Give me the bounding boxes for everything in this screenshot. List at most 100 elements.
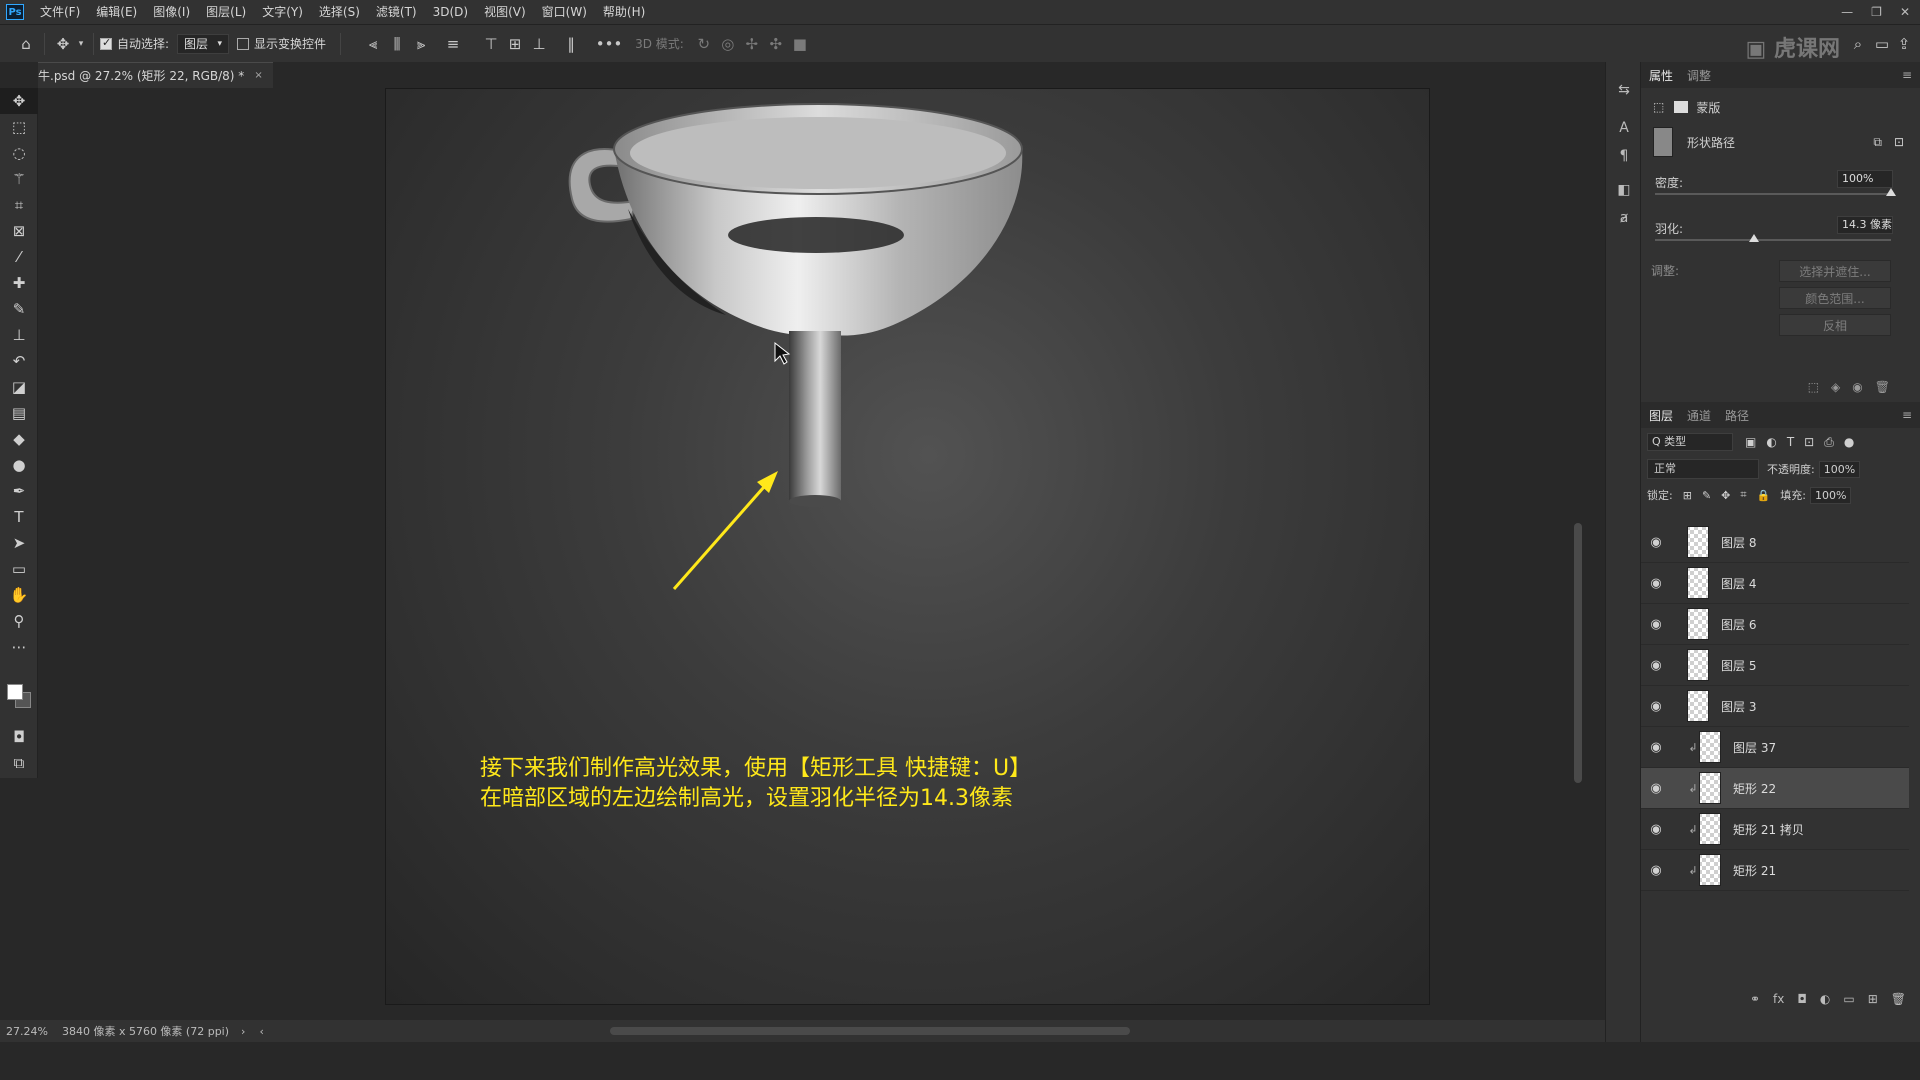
magic-wand-tool-icon[interactable]: ⚚ bbox=[0, 166, 38, 192]
gradient-tool-icon[interactable]: ▤ bbox=[0, 400, 38, 426]
layer-filter-dropdown[interactable]: Q 类型 bbox=[1647, 433, 1733, 451]
align-bottom-icon[interactable]: ⊥ bbox=[527, 32, 551, 56]
new-layer-icon[interactable]: ⊞ bbox=[1868, 992, 1878, 1006]
paragraph-panel-icon[interactable]: ¶ bbox=[1606, 142, 1642, 170]
opacity-field[interactable]: 100% bbox=[1818, 460, 1861, 478]
document-tab[interactable]: 牛.psd @ 27.2% (矩形 22, RGB/8) * × bbox=[38, 62, 273, 88]
align-center-icon[interactable]: ⫼ bbox=[385, 32, 409, 56]
path-selection-tool-icon[interactable]: ➤ bbox=[0, 530, 38, 556]
chevron-right-icon[interactable]: › bbox=[241, 1025, 245, 1038]
align-right-icon[interactable]: ⫸ bbox=[409, 32, 433, 56]
menu-item[interactable]: 滤镜(T) bbox=[368, 0, 425, 24]
visibility-eye-icon[interactable]: ◉ bbox=[1641, 699, 1671, 714]
align-middle-icon[interactable]: ⊞ bbox=[503, 32, 527, 56]
density-field[interactable]: 100% bbox=[1837, 170, 1893, 188]
history-brush-tool-icon[interactable]: ↶ bbox=[0, 348, 38, 374]
select-and-mask-button[interactable]: 选择并遮住... bbox=[1779, 260, 1891, 282]
filter-shape-icon[interactable]: ⊡ bbox=[1804, 435, 1814, 449]
apply-mask-icon[interactable]: ⊡ bbox=[1894, 135, 1904, 149]
feather-slider-knob[interactable] bbox=[1749, 234, 1760, 242]
tab-properties[interactable]: 属性 bbox=[1649, 67, 1673, 84]
auto-select-checkbox[interactable] bbox=[100, 36, 112, 50]
visibility-eye-icon[interactable]: ◉ bbox=[1641, 863, 1671, 878]
menu-item[interactable]: 文件(F) bbox=[32, 0, 88, 24]
distribute-icon[interactable]: ≡ bbox=[441, 32, 465, 56]
quick-mask-icon[interactable]: ◘ bbox=[0, 724, 38, 750]
pen-tool-icon[interactable]: ✒ bbox=[0, 478, 38, 504]
distribute-vertical-icon[interactable]: ‖ bbox=[559, 32, 583, 56]
filter-smart-icon[interactable]: ⎙ bbox=[1824, 435, 1834, 450]
add-mask-icon[interactable]: ◘ bbox=[1797, 992, 1807, 1006]
feather-slider[interactable] bbox=[1655, 239, 1891, 241]
visibility-eye-icon[interactable]: ◉ bbox=[1641, 822, 1671, 837]
invert-button[interactable]: 反相 bbox=[1779, 314, 1891, 336]
layer-row[interactable]: ◉ 图层 3 bbox=[1641, 686, 1909, 727]
layer-row[interactable]: ◉ ↲ 矩形 21 拷贝 bbox=[1641, 809, 1909, 850]
visibility-eye-icon[interactable]: ◉ bbox=[1641, 740, 1671, 755]
color-range-button[interactable]: 颜色范围... bbox=[1779, 287, 1891, 309]
roll-3d-icon[interactable]: ◎ bbox=[716, 32, 740, 56]
menu-item[interactable]: 窗口(W) bbox=[534, 0, 595, 24]
vector-mask-icon[interactable] bbox=[1674, 101, 1689, 113]
tab-layers[interactable]: 图层 bbox=[1649, 407, 1673, 424]
rectangle-tool-icon[interactable]: ▭ bbox=[0, 556, 38, 582]
filter-pixel-icon[interactable]: ▣ bbox=[1745, 435, 1756, 449]
frame-tool-icon[interactable]: ⊠ bbox=[0, 218, 38, 244]
density-slider-knob[interactable] bbox=[1886, 188, 1896, 196]
layer-style-icon[interactable]: fx bbox=[1773, 992, 1784, 1006]
visibility-eye-icon[interactable]: ◉ bbox=[1641, 535, 1671, 550]
healing-brush-tool-icon[interactable]: ✚ bbox=[0, 270, 38, 296]
visibility-eye-icon[interactable]: ◉ bbox=[1641, 658, 1671, 673]
density-slider[interactable] bbox=[1655, 193, 1891, 195]
panel-menu-icon[interactable]: ≡ bbox=[1902, 68, 1912, 82]
close-icon[interactable]: × bbox=[254, 70, 262, 81]
add-mask-icon[interactable]: ⧉ bbox=[1873, 135, 1882, 150]
menu-item[interactable]: 帮助(H) bbox=[595, 0, 653, 24]
horizontal-scroll-thumb[interactable] bbox=[610, 1027, 1130, 1035]
eraser-tool-icon[interactable]: ◪ bbox=[0, 374, 38, 400]
glyphs-panel-icon[interactable]: ⱥ bbox=[1606, 204, 1642, 232]
trash-icon[interactable]: 🗑 bbox=[1891, 992, 1906, 1006]
vertical-scrollbar[interactable] bbox=[1568, 88, 1588, 1023]
pan-3d-icon[interactable]: ✢ bbox=[740, 32, 764, 56]
menu-item[interactable]: 文字(Y) bbox=[254, 0, 311, 24]
layer-row[interactable]: ◉ ↲ 矩形 21 bbox=[1641, 850, 1909, 891]
feather-field[interactable]: 14.3 像素 bbox=[1837, 216, 1893, 234]
tab-paths[interactable]: 路径 bbox=[1725, 407, 1749, 424]
menu-item[interactable]: 视图(V) bbox=[476, 0, 534, 24]
lock-paint-icon[interactable]: ✎ bbox=[1702, 489, 1711, 502]
visibility-eye-icon[interactable]: ◉ bbox=[1641, 781, 1671, 796]
lock-artboard-icon[interactable]: ⌗ bbox=[1740, 488, 1746, 502]
visibility-icon[interactable]: ◉ bbox=[1852, 380, 1862, 394]
filter-type-icon[interactable]: T bbox=[1787, 435, 1794, 449]
brush-tool-icon[interactable]: ✎ bbox=[0, 296, 38, 322]
dodge-tool-icon[interactable]: ● bbox=[0, 452, 38, 478]
adjustments-panel-icon[interactable]: ◧ bbox=[1606, 176, 1642, 204]
new-group-icon[interactable]: ▭ bbox=[1843, 992, 1854, 1006]
blur-tool-icon[interactable]: ◆ bbox=[0, 426, 38, 452]
move-tool-icon[interactable]: ✥ bbox=[0, 88, 38, 114]
foreground-color-swatch[interactable] bbox=[7, 684, 23, 700]
orbit-3d-icon[interactable]: ↻ bbox=[692, 32, 716, 56]
lock-pixels-icon[interactable]: ⊞ bbox=[1683, 489, 1692, 502]
layer-row[interactable]: ◉ 图层 8 bbox=[1641, 522, 1909, 563]
visibility-eye-icon[interactable]: ◉ bbox=[1641, 617, 1671, 632]
search-icon[interactable]: ⌕ bbox=[1846, 32, 1870, 56]
workspace-icon[interactable]: ▭ bbox=[1870, 32, 1894, 56]
layer-row[interactable]: ◉ 图层 6 bbox=[1641, 604, 1909, 645]
chevron-left-icon[interactable]: ‹ bbox=[259, 1025, 263, 1038]
pixel-mask-icon[interactable]: ⬚ bbox=[1653, 100, 1664, 114]
stamp-tool-icon[interactable]: ⊥ bbox=[0, 322, 38, 348]
show-transform-checkbox[interactable] bbox=[237, 37, 250, 50]
menu-item[interactable]: 图像(I) bbox=[145, 0, 198, 24]
eyedropper-tool-icon[interactable]: ⁄ bbox=[0, 244, 38, 270]
scroll-thumb[interactable] bbox=[1574, 523, 1582, 783]
share-icon[interactable]: ⇪ bbox=[1892, 32, 1916, 56]
apply-mask-icon[interactable]: ◈ bbox=[1831, 380, 1840, 394]
align-top-icon[interactable]: ⊤ bbox=[479, 32, 503, 56]
link-layers-icon[interactable]: ⚭ bbox=[1750, 992, 1760, 1006]
type-tool-icon[interactable]: T bbox=[0, 504, 38, 530]
trash-icon[interactable]: 🗑 bbox=[1875, 380, 1890, 394]
load-selection-icon[interactable]: ⬚ bbox=[1808, 380, 1819, 394]
character-panel-icon[interactable]: A bbox=[1606, 114, 1642, 142]
